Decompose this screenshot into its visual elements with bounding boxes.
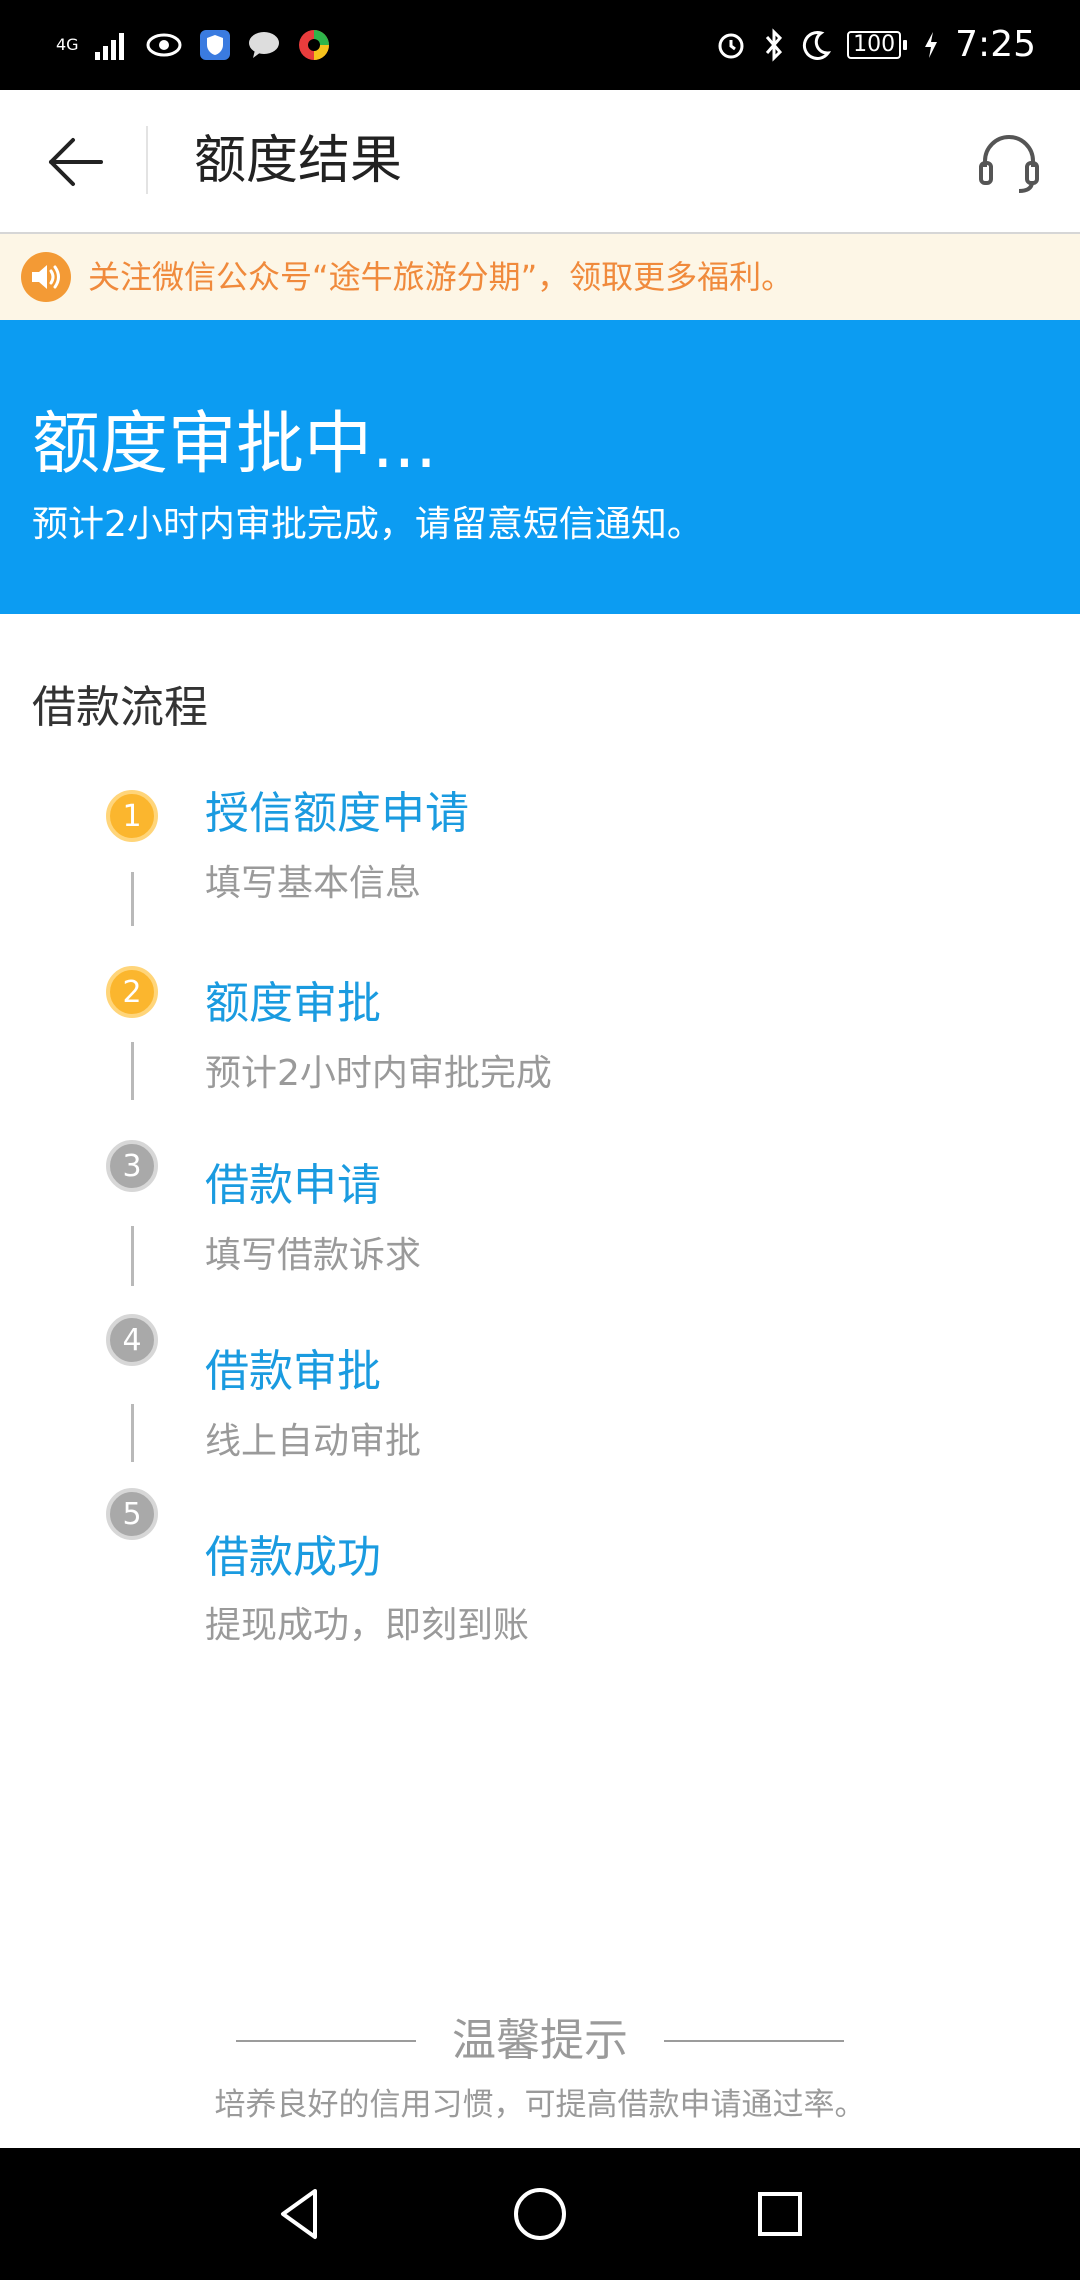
battery-tip [903,40,908,50]
page-title: 额度结果 [194,131,403,191]
system-navigation-bar [0,2148,1080,2280]
step-connector [131,1042,134,1100]
step-3-title: 借款申请 [205,1160,381,1211]
tips-text: 培养良好的信用习惯，可提高借款申请通过率。 [214,2087,866,2123]
customer-service-button[interactable] [968,122,1050,204]
step-4-title: 借款审批 [205,1346,381,1397]
speaker-icon [21,252,71,302]
notice-text: 关注微信公众号“途牛旅游分期”，领取更多福利。 [88,258,794,296]
nav-back-button[interactable] [264,2178,336,2250]
battery-level: 100 [847,31,902,59]
charging-icon [925,32,938,58]
eye-icon [146,33,182,57]
nav-home-button[interactable] [504,2178,576,2250]
step-2-desc: 预计2小时内审批完成 [205,1053,552,1094]
process-title: 借款流程 [32,682,208,733]
approval-status-title: 额度审批中... [32,405,437,484]
step-connector [131,872,134,926]
header-divider [146,126,148,194]
moon-icon [803,31,832,60]
tips-title: 温馨提示 [452,2015,628,2066]
top-bar: 额度结果 [0,90,1080,234]
circle-home-icon [514,2188,566,2240]
battery-indicator: 100 [847,31,908,59]
notice-bar[interactable]: 关注微信公众号“途牛旅游分期”，领取更多福利。 [0,234,1080,320]
step-5-title: 借款成功 [205,1532,381,1583]
status-left: 4G [56,22,331,68]
step-connector [131,1226,134,1286]
triangle-back-icon [281,2189,317,2239]
clock: 7:25 [955,24,1036,65]
status-banner: 额度审批中... 预计2小时内审批完成，请留意短信通知。 [0,320,1080,614]
headset-icon [979,135,1039,193]
bluetooth-icon [766,28,783,62]
alarm-icon [718,33,744,59]
step-5-desc: 提现成功，即刻到账 [205,1605,530,1646]
arrow-left-icon [49,138,103,186]
step-5-number: 5 [106,1488,158,1540]
approval-status-subtitle: 预计2小时内审批完成，请留意短信通知。 [32,504,703,545]
step-2-title: 额度审批 [205,978,381,1029]
step-1-title: 授信额度申请 [205,788,469,839]
step-3-number: 3 [106,1140,158,1192]
status-bar: 4G 100 7:25 [0,0,1080,90]
step-1-desc: 填写基本信息 [205,863,422,904]
chat-icon [248,32,279,58]
step-2-number: 2 [106,966,158,1018]
step-1-number: 1 [106,790,158,842]
status-right: 100 7:25 [715,22,1036,68]
square-recent-icon [758,2192,802,2236]
app-icon [298,30,329,60]
shield-icon [199,30,230,60]
network-type: 4G [56,35,79,54]
step-3-desc: 填写借款诉求 [205,1235,422,1276]
nav-recent-button[interactable] [744,2178,816,2250]
step-4-desc: 线上自动审批 [205,1421,422,1462]
step-connector [131,1404,134,1462]
back-button[interactable] [30,120,120,204]
step-4-number: 4 [106,1314,158,1366]
signal-icon [94,33,124,60]
